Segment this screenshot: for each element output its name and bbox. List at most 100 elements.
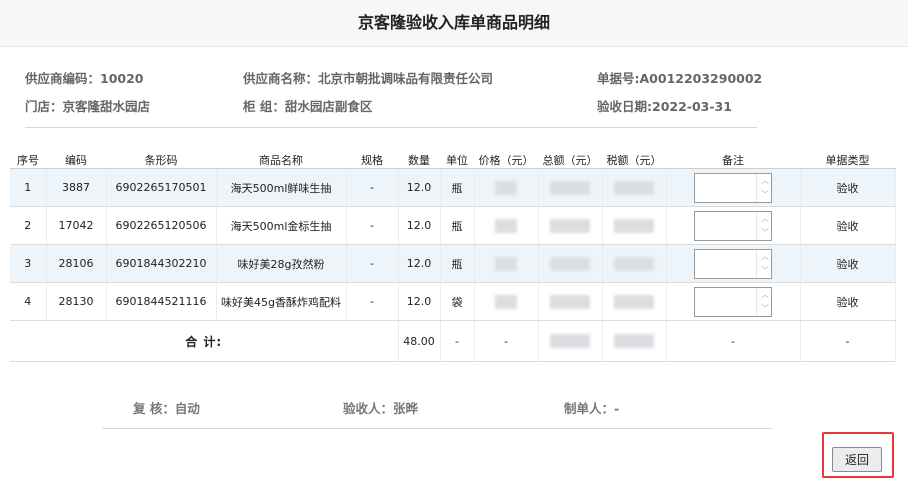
cell-unit: 瓶 — [440, 244, 475, 283]
cell-amount-redacted — [538, 282, 603, 321]
cell-remark: ︿ ﹀ — [666, 244, 801, 283]
table-row: 2 17042 6902265120506 海天500ml金标生抽 - 12.0… — [10, 206, 896, 245]
cell-price-redacted — [474, 244, 539, 283]
goods-table: 序号 编码 条形码 商品名称 规格 数量 单位 价格（元） 总额（元） 税额（元… — [10, 152, 896, 362]
cell-barcode: 6901844302210 — [106, 244, 217, 283]
document-number: 单据号:A0012203290002 — [597, 71, 763, 86]
table-row: 3 28106 6901844302210 味好美28g孜然粉 - 12.0 瓶… — [10, 244, 896, 283]
back-button[interactable]: 返回 — [832, 447, 882, 472]
cell-type: 验收 — [800, 168, 896, 207]
col-header-spec: 规格 — [346, 152, 398, 169]
cell-unit: 瓶 — [440, 206, 475, 245]
cell-name: 味好美28g孜然粉 — [216, 244, 347, 283]
receiver-label: 验收人：张晔 — [343, 401, 419, 416]
redacted-value — [550, 180, 590, 195]
cell-amount-redacted — [538, 244, 603, 283]
total-remark: - — [666, 320, 801, 362]
supplier-code: 供应商编码：10020 — [25, 71, 144, 86]
page-title: 京客隆验收入库单商品明细 — [0, 0, 908, 47]
total-price: - — [474, 320, 539, 362]
col-header-code: 编码 — [46, 152, 106, 169]
redacted-value — [614, 256, 654, 271]
redacted-value — [614, 294, 654, 309]
cell-name: 海天500ml鲜味生抽 — [216, 168, 347, 207]
cell-remark: ︿ ﹀ — [666, 168, 801, 207]
chevron-up-icon[interactable]: ︿ — [761, 252, 769, 261]
redacted-value — [495, 180, 517, 195]
cell-amount-redacted — [538, 168, 603, 207]
redacted-value — [614, 334, 654, 348]
chevron-up-icon[interactable]: ︿ — [761, 290, 769, 299]
cell-type: 验收 — [800, 244, 896, 283]
remark-textarea[interactable]: ︿ ﹀ — [694, 210, 772, 241]
chevron-down-icon[interactable]: ﹀ — [761, 228, 769, 237]
cell-type: 验收 — [800, 206, 896, 245]
chevron-up-icon[interactable]: ︿ — [761, 176, 769, 185]
cell-no: 4 — [10, 282, 47, 321]
counter-group: 柜 组：甜水园店副食区 — [243, 99, 373, 114]
col-header-name: 商品名称 — [216, 152, 346, 169]
col-header-qty: 数量 — [398, 152, 440, 169]
cell-remark: ︿ ﹀ — [666, 206, 801, 245]
cell-qty: 12.0 — [398, 168, 441, 207]
table-total-row: 合 计: 48.00 - - - - — [10, 320, 896, 362]
remark-textarea[interactable]: ︿ ﹀ — [694, 248, 772, 279]
receive-date: 验收日期:2022-03-31 — [597, 99, 732, 114]
cell-code: 3887 — [46, 168, 107, 207]
supplier-name: 供应商名称：北京市朝批调味品有限责任公司 — [243, 71, 494, 86]
cell-qty: 12.0 — [398, 206, 441, 245]
info-divider — [25, 127, 757, 128]
total-qty: 48.00 — [398, 320, 441, 362]
remark-textarea[interactable]: ︿ ﹀ — [694, 286, 772, 317]
cell-unit: 瓶 — [440, 168, 475, 207]
cell-price-redacted — [474, 206, 539, 245]
cell-tax-redacted — [602, 206, 667, 245]
total-label: 合 计: — [10, 320, 399, 362]
cell-no: 1 — [10, 168, 47, 207]
chevron-down-icon[interactable]: ﹀ — [761, 266, 769, 275]
cell-name: 海天500ml金标生抽 — [216, 206, 347, 245]
cell-no: 2 — [10, 206, 47, 245]
redacted-value — [550, 256, 590, 271]
cell-remark: ︿ ﹀ — [666, 282, 801, 321]
reviewer-label: 复 核：自动 — [133, 401, 200, 416]
redacted-value — [550, 218, 590, 233]
store-name: 门店：京客隆甜水园店 — [25, 99, 151, 114]
cell-spec: - — [346, 168, 399, 207]
cell-tax-redacted — [602, 282, 667, 321]
total-unit: - — [440, 320, 475, 362]
col-header-type: 单据类型 — [800, 152, 895, 169]
creator-label: 制单人：- — [564, 401, 620, 416]
chevron-up-icon[interactable]: ︿ — [761, 214, 769, 223]
total-tax-redacted — [602, 320, 667, 362]
col-header-unit: 单位 — [440, 152, 474, 169]
chevron-down-icon[interactable]: ﹀ — [761, 304, 769, 313]
cell-code: 28130 — [46, 282, 107, 321]
cell-amount-redacted — [538, 206, 603, 245]
cell-qty: 12.0 — [398, 282, 441, 321]
cell-unit: 袋 — [440, 282, 475, 321]
remark-textarea[interactable]: ︿ ﹀ — [694, 172, 772, 203]
redacted-value — [495, 218, 517, 233]
redacted-value — [550, 334, 590, 348]
table-header-row: 序号 编码 条形码 商品名称 规格 数量 单位 价格（元） 总额（元） 税额（元… — [10, 152, 895, 169]
redacted-value — [550, 294, 590, 309]
chevron-down-icon[interactable]: ﹀ — [761, 190, 769, 199]
cell-barcode: 6902265170501 — [106, 168, 217, 207]
cell-type: 验收 — [800, 282, 896, 321]
col-header-tax: 税额（元） — [602, 152, 666, 169]
col-header-no: 序号 — [10, 152, 46, 169]
col-header-barcode: 条形码 — [106, 152, 216, 169]
cell-name: 味好美45g香酥炸鸡配料 — [216, 282, 347, 321]
redacted-value — [495, 256, 517, 271]
cell-price-redacted — [474, 168, 539, 207]
cell-spec: - — [346, 206, 399, 245]
redacted-value — [495, 294, 517, 309]
table-row: 4 28130 6901844521116 味好美45g香酥炸鸡配料 - 12.… — [10, 282, 896, 321]
col-header-price: 价格（元） — [474, 152, 538, 169]
cell-code: 28106 — [46, 244, 107, 283]
col-header-amount: 总额（元） — [538, 152, 602, 169]
cell-qty: 12.0 — [398, 244, 441, 283]
cell-barcode: 6902265120506 — [106, 206, 217, 245]
cell-tax-redacted — [602, 168, 667, 207]
